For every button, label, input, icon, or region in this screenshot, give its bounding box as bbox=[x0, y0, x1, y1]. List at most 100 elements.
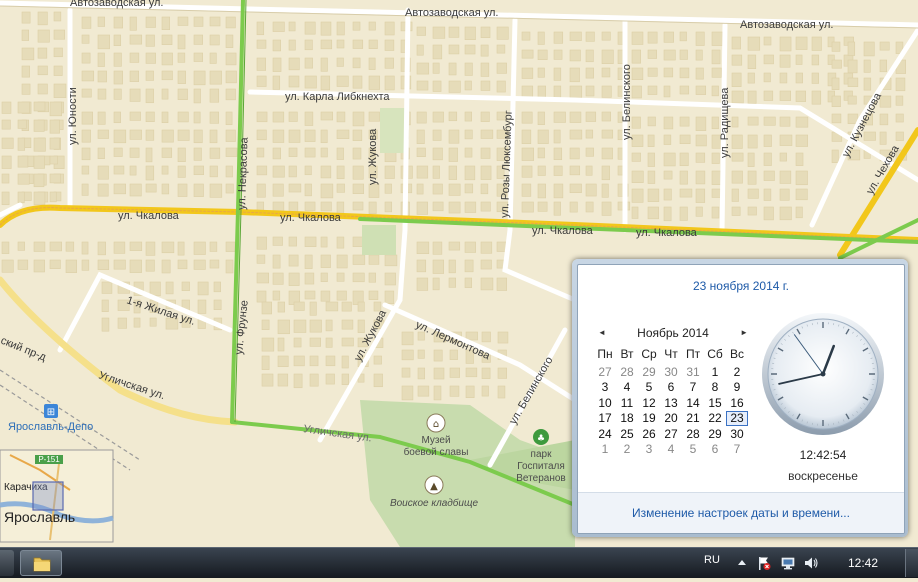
calendar-day[interactable]: 27 bbox=[660, 427, 682, 442]
calendar-day[interactable]: 26 bbox=[638, 427, 660, 442]
calendar-day[interactable]: 22 bbox=[704, 411, 726, 426]
calendar-day[interactable]: 31 bbox=[682, 365, 704, 380]
building bbox=[214, 282, 221, 292]
taskbar-clock[interactable]: 12:42 bbox=[848, 556, 878, 570]
building bbox=[18, 120, 26, 128]
station-marker[interactable]: ⊞ bbox=[44, 404, 58, 418]
street-label: ул. Юности bbox=[67, 87, 79, 145]
building bbox=[664, 117, 673, 129]
calendar-day[interactable]: 6 bbox=[704, 442, 726, 457]
calendar-day[interactable]: 24 bbox=[594, 427, 616, 442]
building bbox=[648, 117, 655, 126]
building bbox=[832, 150, 838, 163]
volume-icon[interactable] bbox=[803, 555, 819, 571]
minimap[interactable]: Р-151 Карачиха Ярославль bbox=[0, 450, 113, 542]
building bbox=[310, 374, 318, 386]
calendar-day[interactable]: 28 bbox=[682, 427, 704, 442]
building bbox=[34, 120, 44, 131]
next-month-button[interactable]: ► bbox=[738, 326, 748, 342]
calendar-day[interactable]: 2 bbox=[726, 365, 748, 380]
building bbox=[337, 237, 344, 248]
calendar-day[interactable]: 5 bbox=[682, 442, 704, 457]
change-date-time-settings-link[interactable]: Изменение настроек даты и времени... bbox=[578, 506, 904, 520]
calendar-day[interactable]: 1 bbox=[594, 442, 616, 457]
calendar-day[interactable]: 8 bbox=[704, 380, 726, 395]
building bbox=[780, 189, 789, 200]
calendar-day[interactable]: 19 bbox=[638, 411, 660, 426]
start-button[interactable] bbox=[0, 550, 14, 576]
building bbox=[130, 71, 139, 82]
language-indicator[interactable]: RU bbox=[704, 554, 720, 566]
calendar-day[interactable]: 14 bbox=[682, 396, 704, 411]
action-center-flag-icon[interactable] bbox=[756, 555, 772, 571]
building bbox=[289, 148, 297, 157]
svg-text:⌂: ⌂ bbox=[433, 419, 439, 430]
building bbox=[310, 302, 316, 315]
building bbox=[82, 166, 89, 174]
building bbox=[98, 242, 106, 255]
building bbox=[321, 273, 327, 282]
calendar-day[interactable]: 9 bbox=[726, 380, 748, 395]
building bbox=[780, 55, 790, 67]
building bbox=[178, 89, 188, 100]
building bbox=[54, 12, 61, 21]
calendar-day[interactable]: 11 bbox=[616, 396, 638, 411]
explorer-taskbar-button[interactable] bbox=[20, 550, 62, 576]
calendar-day[interactable]: 6 bbox=[660, 380, 682, 395]
previous-month-button[interactable]: ◄ bbox=[598, 326, 608, 342]
calendar-day[interactable]: 5 bbox=[638, 380, 660, 395]
park-icon[interactable]: ♣ bbox=[533, 429, 549, 445]
calendar-day[interactable]: 20 bbox=[660, 411, 682, 426]
building bbox=[812, 55, 819, 65]
show-desktop-button[interactable] bbox=[905, 549, 918, 577]
minimap-viewport[interactable] bbox=[33, 482, 63, 510]
calendar-day-today[interactable]: 23 bbox=[726, 411, 748, 426]
cemetery-icon[interactable]: ▲ bbox=[425, 476, 443, 494]
date-time-flyout: 23 ноября 2014 г. ◄ Ноябрь 2014 ► ПнВтСр… bbox=[572, 259, 908, 537]
museum-icon[interactable]: ⌂ bbox=[427, 414, 445, 432]
building bbox=[433, 202, 443, 211]
building bbox=[305, 255, 312, 269]
show-hidden-icons-arrow[interactable] bbox=[734, 555, 750, 571]
building bbox=[712, 32, 723, 46]
calendar-day[interactable]: 3 bbox=[638, 442, 660, 457]
calendar-day[interactable]: 7 bbox=[726, 442, 748, 457]
calendar-day[interactable]: 12 bbox=[638, 396, 660, 411]
street-label: Автозаводская ул. bbox=[70, 0, 163, 9]
calendar-day[interactable]: 30 bbox=[726, 427, 748, 442]
calendar-day[interactable]: 4 bbox=[616, 380, 638, 395]
calendar-day[interactable]: 28 bbox=[616, 365, 638, 380]
building bbox=[680, 117, 689, 126]
calendar-day[interactable]: 1 bbox=[704, 365, 726, 380]
current-date-link[interactable]: 23 ноября 2014 г. bbox=[578, 279, 904, 293]
building bbox=[570, 202, 577, 212]
building bbox=[602, 166, 610, 180]
calendar-day[interactable]: 16 bbox=[726, 396, 748, 411]
calendar-day[interactable]: 4 bbox=[660, 442, 682, 457]
calendar-day[interactable]: 29 bbox=[704, 427, 726, 442]
calendar-day[interactable]: 30 bbox=[660, 365, 682, 380]
network-icon[interactable] bbox=[780, 555, 796, 571]
building bbox=[554, 32, 563, 43]
building bbox=[294, 338, 301, 347]
calendar-day[interactable]: 10 bbox=[594, 396, 616, 411]
building bbox=[554, 50, 562, 59]
building bbox=[864, 132, 876, 140]
calendar-day[interactable]: 13 bbox=[660, 396, 682, 411]
calendar-day[interactable]: 15 bbox=[704, 396, 726, 411]
calendar-day[interactable]: 18 bbox=[616, 411, 638, 426]
calendar-day[interactable]: 7 bbox=[682, 380, 704, 395]
calendar-day[interactable]: 3 bbox=[594, 380, 616, 395]
building bbox=[732, 135, 742, 148]
calendar-day[interactable]: 29 bbox=[638, 365, 660, 380]
month-title[interactable]: Ноябрь 2014 bbox=[618, 326, 728, 340]
building bbox=[18, 242, 25, 250]
calendar-day[interactable]: 27 bbox=[594, 365, 616, 380]
calendar-day[interactable]: 2 bbox=[616, 442, 638, 457]
building bbox=[289, 58, 299, 70]
building bbox=[305, 130, 315, 142]
calendar-day[interactable]: 25 bbox=[616, 427, 638, 442]
calendar-day[interactable]: 17 bbox=[594, 411, 616, 426]
green-area bbox=[380, 108, 406, 153]
calendar-day[interactable]: 21 bbox=[682, 411, 704, 426]
